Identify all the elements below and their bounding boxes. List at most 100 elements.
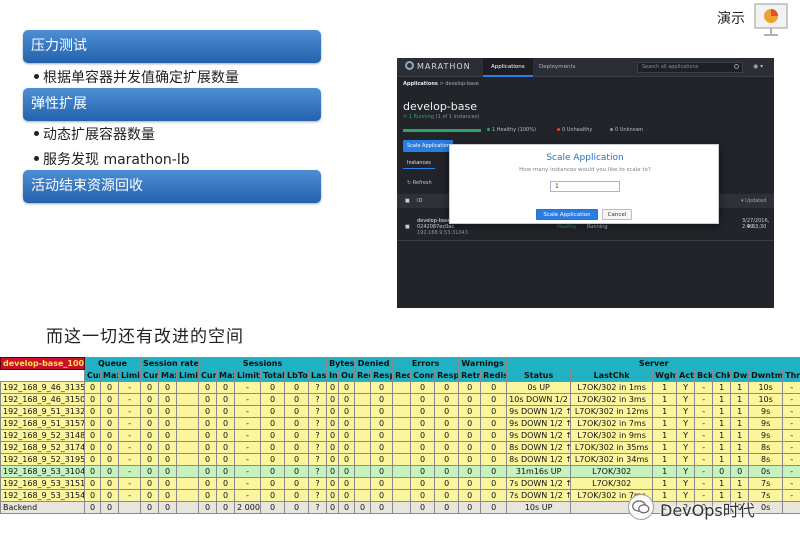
stat-cell: 0 — [100, 489, 119, 502]
scale-application-button[interactable]: Scale Application — [403, 140, 453, 152]
stat-cell: - — [234, 393, 262, 406]
stat-cell: 0 — [434, 405, 460, 418]
updated-column-header[interactable]: ▾ Updated — [741, 198, 766, 204]
server-name[interactable]: 192_168_9_52_31954 — [0, 453, 85, 466]
instances-count-input[interactable]: 1 — [550, 181, 620, 192]
tab-applications[interactable]: Applications — [483, 58, 533, 77]
server-row: 192_168_9_51_31325 0 0-0 0 0 0-0 0? 0 0 0 0 0 0 0 9s D… — [0, 405, 800, 418]
server-name[interactable]: 192_168_9_52_31744 — [0, 441, 85, 454]
stat-cell: 1 — [730, 453, 750, 466]
server-name[interactable]: 192_168_9_53_31541 — [0, 489, 85, 502]
breadcrumb-root[interactable]: Applications — [403, 81, 438, 87]
section-title-stress-test: 压力测试 — [23, 30, 321, 63]
proxy-name-header[interactable]: develop-base_10003 — [0, 357, 85, 370]
stat-cell: 0 — [84, 465, 101, 478]
tab-deployments[interactable]: Deployments — [531, 58, 584, 77]
stat-cell: 0 — [100, 501, 119, 514]
column-header: Limit — [117, 369, 142, 382]
bullet-dot-icon — [34, 73, 39, 79]
stat-cell: 0 — [458, 477, 482, 490]
stat-cell: 0 — [216, 405, 236, 418]
stat-cell: 0 — [140, 441, 160, 454]
stat-cell: - — [694, 429, 714, 442]
stat-cell: 1 — [652, 429, 678, 442]
stat-cell: 0 — [480, 417, 508, 430]
server-name[interactable]: 192_168_9_46_31355 — [0, 381, 85, 394]
stat-cell: 9s DOWN 1/2 ↑ — [506, 429, 572, 442]
stat-cell: 0 — [326, 393, 340, 406]
server-name[interactable]: 192_168_9_53_31516 — [0, 477, 85, 490]
stat-cell: 0 — [410, 453, 436, 466]
stat-cell: 0 — [84, 417, 101, 430]
tab-instances[interactable]: Instances — [403, 158, 435, 169]
stat-cell: 7s DOWN 1/2 ↑ — [506, 489, 572, 502]
stat-cell: 0 — [140, 465, 160, 478]
server-name[interactable]: 192_168_9_52_31485 — [0, 429, 85, 442]
column-header: Total — [260, 369, 286, 382]
server-row: 192_168_9_46_31355 0 0-0 0 0 0-0 0? 0 0 0 0 0 0 0 0s U… — [0, 381, 800, 394]
stat-cell: 1 — [712, 417, 732, 430]
column-header: Max — [100, 369, 119, 382]
stat-cell: 0 — [260, 501, 286, 514]
stat-cell: 0 — [284, 477, 310, 490]
stat-cell: 0 — [158, 405, 178, 418]
stat-cell — [354, 417, 372, 430]
bullet-item: 根据单容器并发值确定扩展数量 — [34, 67, 239, 87]
stat-cell: 0 — [158, 501, 178, 514]
stat-cell — [392, 405, 412, 418]
modal-cancel-button[interactable]: Cancel — [602, 209, 632, 220]
stat-cell: 0 — [260, 465, 286, 478]
stat-cell: 0 — [434, 489, 460, 502]
server-name[interactable]: 192_168_9_51_31575 — [0, 417, 85, 430]
stat-cell: 0 — [198, 393, 218, 406]
stat-cell: 0 — [198, 477, 218, 490]
modal-scale-button[interactable]: Scale Application — [536, 209, 598, 220]
stat-cell: 0 — [284, 429, 310, 442]
stat-cell: 0 — [216, 489, 236, 502]
stat-cell: Y — [676, 477, 696, 490]
id-column-header[interactable]: ID — [417, 198, 422, 204]
stat-cell — [176, 417, 200, 430]
row-checkbox[interactable]: ■ — [405, 224, 410, 230]
server-name[interactable]: Backend — [0, 501, 85, 514]
bullet-text: 服务发现 marathon-lb — [43, 152, 190, 168]
search-icon — [734, 64, 739, 69]
column-header: Resp — [434, 369, 460, 382]
column-header: Last — [308, 369, 328, 382]
select-all-checkbox[interactable]: ■ — [405, 198, 410, 204]
stat-cell: 1 — [652, 465, 678, 478]
search-input[interactable]: Search all applications — [637, 62, 743, 73]
server-name[interactable]: 192_168_9_46_31501 — [0, 393, 85, 406]
stat-cell: 0 — [260, 405, 286, 418]
marathon-screenshot: MARATHON Applications Deployments Search… — [397, 58, 774, 308]
modal-question: How many instances would you like to sca… — [519, 167, 651, 173]
stat-cell: 0 — [260, 477, 286, 490]
refresh-button[interactable]: ↻ Refresh — [407, 180, 432, 186]
stat-cell: 0 — [284, 465, 310, 478]
stat-cell: Y — [676, 417, 696, 430]
stat-cell: 0 — [410, 501, 436, 514]
stat-cell: 0 — [84, 477, 101, 490]
stat-cell: 0 — [100, 393, 119, 406]
stat-cell: Y — [676, 465, 696, 478]
server-name[interactable]: 192_168_9_53_31043 — [0, 465, 85, 478]
column-header: Redis — [480, 369, 508, 382]
stat-cell: 31m16s UP — [506, 465, 572, 478]
row-divider — [397, 240, 774, 241]
health-healthy: 1 Healthy (100%) — [487, 127, 536, 133]
stat-cell: 0 — [458, 393, 482, 406]
stat-cell: 0 — [338, 429, 356, 442]
stat-cell — [176, 465, 200, 478]
stat-cell: 8s — [748, 453, 784, 466]
stat-cell: L7OK/302 in 7ms — [570, 417, 654, 430]
stat-cell: 0 — [84, 441, 101, 454]
stat-cell: 0 — [338, 381, 356, 394]
help-icon[interactable]: ◉ ▾ — [753, 63, 763, 70]
server-name[interactable]: 192_168_9_51_31325 — [0, 405, 85, 418]
stat-cell: 1 — [652, 417, 678, 430]
column-header: Limit — [234, 369, 262, 382]
stat-cell: 2 000 — [234, 501, 262, 514]
stat-cell: - — [782, 393, 800, 406]
stat-cell: 0 — [284, 381, 310, 394]
stat-cell: - — [234, 477, 262, 490]
